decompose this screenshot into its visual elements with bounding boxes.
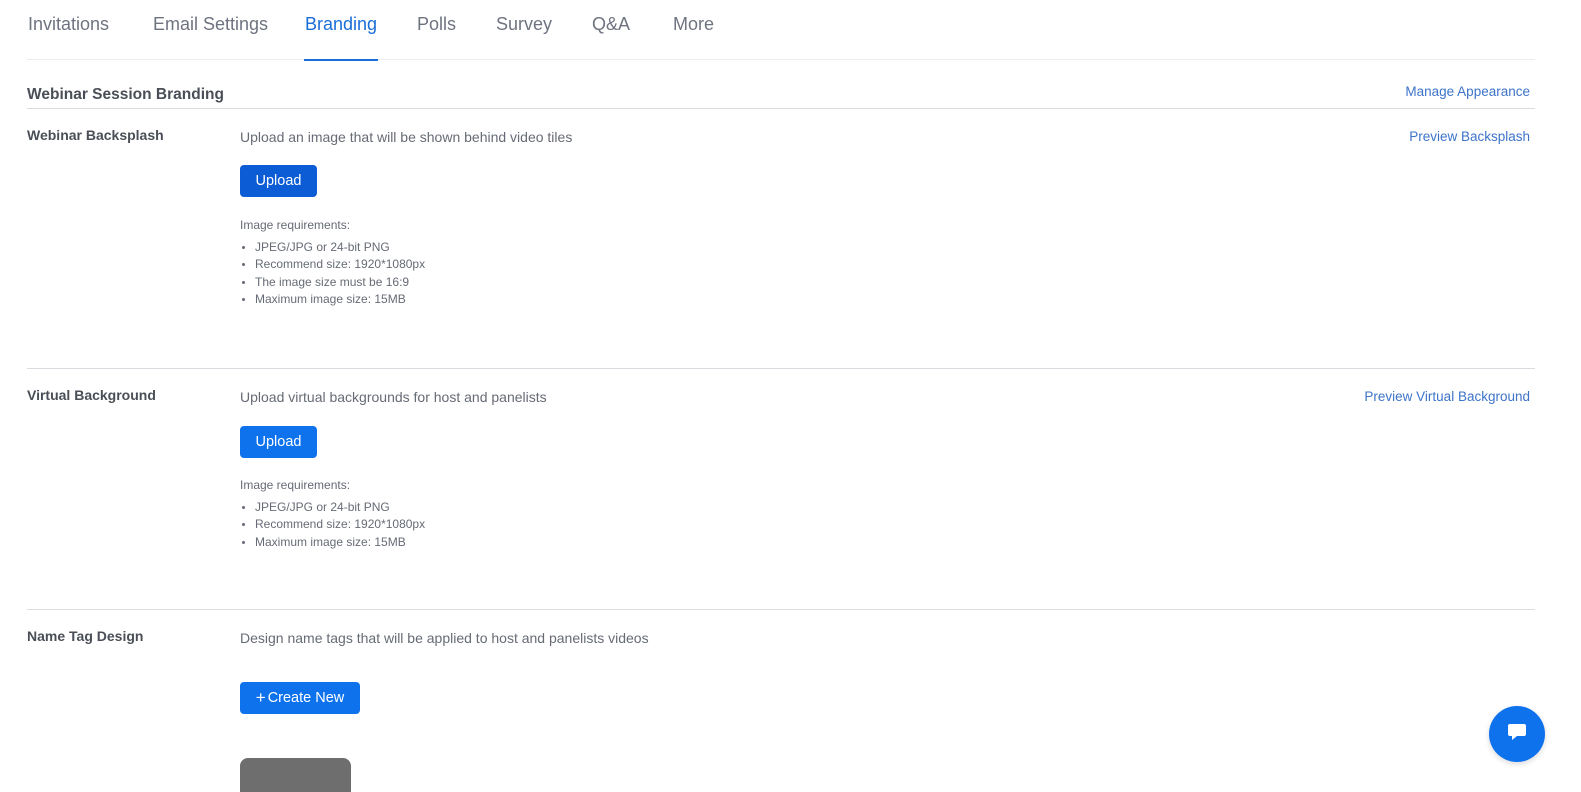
virtual-background-requirements-title: Image requirements: [240,478,351,492]
list-item: Recommend size: 1920*1080px [240,516,425,533]
name-tag-label: Name Tag Design [27,628,144,644]
tab-polls[interactable]: Polls [417,14,456,60]
virtual-background-row: Virtual Background Upload virtual backgr… [27,369,1535,610]
name-tag-description: Design name tags that will be applied to… [240,630,649,646]
backsplash-requirements-list: JPEG/JPG or 24-bit PNG Recommend size: 1… [240,239,425,308]
list-item: Recommend size: 1920*1080px [240,256,425,273]
list-item: JPEG/JPG or 24-bit PNG [240,239,425,256]
plus-icon: + [255,687,266,707]
tab-survey[interactable]: Survey [496,14,552,60]
create-new-label: Create New [267,690,345,706]
list-item: Maximum image size: 15MB [240,534,425,551]
tab-branding[interactable]: Branding [303,14,379,61]
backsplash-row: Webinar Backsplash Upload an image that … [27,109,1535,369]
tab-email-settings[interactable]: Email Settings [153,14,268,60]
backsplash-label: Webinar Backsplash [27,127,164,143]
section-title: Webinar Session Branding [27,86,224,103]
tab-more[interactable]: More [673,14,714,60]
create-new-button[interactable]: + Create New [240,682,360,714]
name-tag-thumbnail[interactable] [240,758,351,792]
backsplash-description: Upload an image that will be shown behin… [240,129,573,145]
preview-backsplash-link[interactable]: Preview Backsplash [1409,129,1530,144]
backsplash-upload-button[interactable]: Upload [240,165,317,197]
virtual-background-label: Virtual Background [27,387,156,403]
manage-appearance-link[interactable]: Manage Appearance [1405,84,1530,99]
preview-virtual-background-link[interactable]: Preview Virtual Background [1364,389,1530,404]
virtual-background-requirements-list: JPEG/JPG or 24-bit PNG Recommend size: 1… [240,499,425,551]
list-item: JPEG/JPG or 24-bit PNG [240,499,425,516]
virtual-background-description: Upload virtual backgrounds for host and … [240,389,547,405]
section-header: Webinar Session Branding Manage Appearan… [27,84,1535,109]
tab-invitations[interactable]: Invitations [28,14,109,60]
list-item: The image size must be 16:9 [240,274,425,291]
list-item: Maximum image size: 15MB [240,291,425,308]
chat-button[interactable] [1489,706,1545,762]
name-tag-row: Name Tag Design Design name tags that wi… [27,610,1535,792]
virtual-background-upload-button[interactable]: Upload [240,426,317,458]
backsplash-requirements-title: Image requirements: [240,218,351,232]
settings-tabs: Invitations Email Settings Branding Poll… [27,0,1535,61]
tab-qa[interactable]: Q&A [592,14,630,60]
chat-bubble-icon [1506,721,1528,748]
